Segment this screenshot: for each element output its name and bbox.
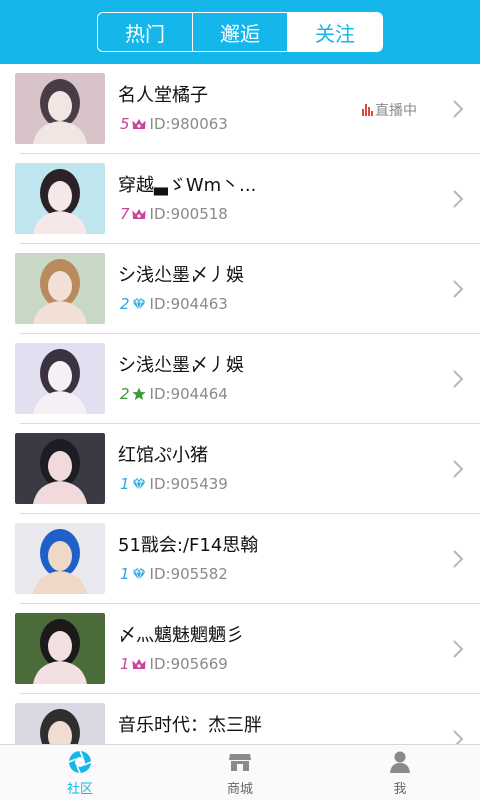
user-meta: 1 ID:905439 <box>120 475 228 493</box>
top-bar: 热门 邂逅 关注 <box>0 0 480 64</box>
user-level: 1 <box>120 655 130 673</box>
user-id: ID:900518 <box>149 205 228 223</box>
crown-icon <box>131 656 147 672</box>
bottom-tab-bar: 社区 商城 我 <box>0 744 480 800</box>
chevron-right-icon[interactable] <box>452 459 464 479</box>
diamond-icon <box>131 296 147 312</box>
list-item[interactable]: 红馆ぷ小猪 1 ID:905439 <box>0 424 480 514</box>
chevron-right-icon[interactable] <box>452 369 464 389</box>
avatar[interactable] <box>15 523 105 594</box>
list-item[interactable]: 51戬会:/F14思翰 1 ID:905582 <box>0 514 480 604</box>
user-level: 2 <box>120 385 130 403</box>
tab-following[interactable]: 关注 <box>288 13 382 51</box>
avatar[interactable] <box>15 163 105 234</box>
user-meta: 7 ID:900518 <box>120 205 228 223</box>
tab-profile[interactable]: 我 <box>320 745 480 800</box>
crown-icon <box>131 116 147 132</box>
tab-encounter[interactable]: 邂逅 <box>193 13 288 51</box>
list-item[interactable]: シ浅尐墨〆丿娛 2 ID:904463 <box>0 244 480 334</box>
crown-icon <box>131 206 147 222</box>
user-id: ID:980063 <box>149 115 228 133</box>
avatar[interactable] <box>15 343 105 414</box>
user-level: 5 <box>120 115 130 133</box>
user-level: 1 <box>120 475 130 493</box>
user-id: ID:904464 <box>149 385 228 403</box>
profile-icon <box>387 749 413 775</box>
chevron-right-icon[interactable] <box>452 189 464 209</box>
chevron-right-icon[interactable] <box>452 729 464 744</box>
chevron-right-icon[interactable] <box>452 549 464 569</box>
follow-list: 名人堂橘子 5 ID:980063 直播中穿越▃ゞWm丶... 7 ID:900518 シ浅… <box>0 64 480 744</box>
tab-label: 我 <box>393 781 407 797</box>
live-status: 直播中 <box>362 100 417 120</box>
user-meta: 1 ID:905669 <box>120 655 228 673</box>
chevron-right-icon[interactable] <box>452 279 464 299</box>
user-id: ID:905582 <box>149 565 228 583</box>
avatar[interactable] <box>15 433 105 504</box>
user-id: ID:904463 <box>149 295 228 313</box>
avatar[interactable] <box>15 253 105 324</box>
user-meta: 1 ID:905582 <box>120 565 228 583</box>
tab-label: 社区 <box>66 781 93 797</box>
star-icon <box>131 386 147 402</box>
user-name: 〆灬魑魅魍魉彡 <box>118 625 244 646</box>
list-item[interactable]: 音乐时代：杰三胖 <box>0 694 480 744</box>
live-signal-icon <box>362 104 373 116</box>
user-name: 音乐时代：杰三胖 <box>118 715 262 736</box>
segmented-control: 热门 邂逅 关注 <box>97 12 383 52</box>
user-id: ID:905669 <box>149 655 228 673</box>
user-id: ID:905439 <box>149 475 228 493</box>
community-icon <box>67 749 93 775</box>
user-meta: 5 ID:980063 <box>120 115 228 133</box>
user-name: 红馆ぷ小猪 <box>118 445 208 466</box>
user-level: 1 <box>120 565 130 583</box>
avatar[interactable] <box>15 73 105 144</box>
live-label: 直播中 <box>375 103 417 119</box>
tab-label: 商城 <box>226 781 253 797</box>
store-icon <box>227 749 253 775</box>
list-item[interactable]: 〆灬魑魅魍魉彡 1 ID:905669 <box>0 604 480 694</box>
list-item[interactable]: 穿越▃ゞWm丶... 7 ID:900518 <box>0 154 480 244</box>
user-level: 7 <box>120 205 130 223</box>
diamond-icon <box>131 476 147 492</box>
list-item[interactable]: 名人堂橘子 5 ID:980063 直播中 <box>0 64 480 154</box>
chevron-right-icon[interactable] <box>452 99 464 119</box>
chevron-right-icon[interactable] <box>452 639 464 659</box>
user-meta: 2 ID:904464 <box>120 385 228 403</box>
user-name: 穿越▃ゞWm丶... <box>118 175 257 196</box>
tab-store[interactable]: 商城 <box>160 745 320 800</box>
avatar[interactable] <box>15 703 105 744</box>
user-meta: 2 ID:904463 <box>120 295 228 313</box>
list-item[interactable]: シ浅尐墨〆丿娛 2 ID:904464 <box>0 334 480 424</box>
user-name: シ浅尐墨〆丿娛 <box>118 355 244 376</box>
user-name: 51戬会:/F14思翰 <box>118 535 259 556</box>
tab-hot[interactable]: 热门 <box>98 13 193 51</box>
diamond-icon <box>131 566 147 582</box>
user-name: 名人堂橘子 <box>118 85 208 106</box>
tab-community[interactable]: 社区 <box>0 745 160 800</box>
user-level: 2 <box>120 295 130 313</box>
avatar[interactable] <box>15 613 105 684</box>
user-name: シ浅尐墨〆丿娛 <box>118 265 244 286</box>
